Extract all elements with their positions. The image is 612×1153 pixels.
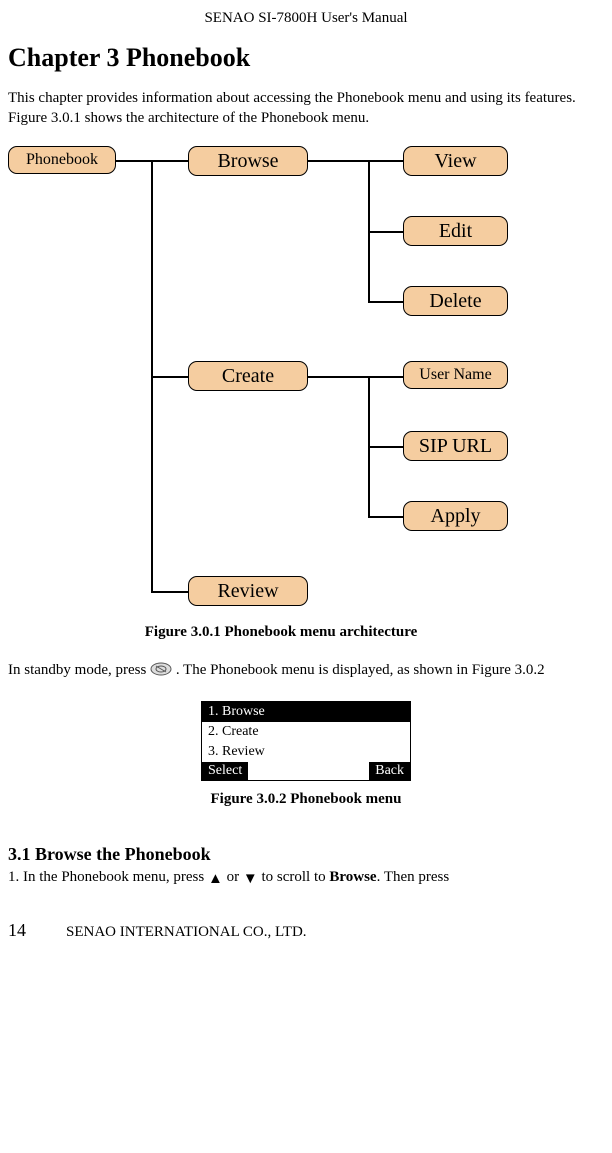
node-browse: Browse [188, 146, 308, 176]
phonebook-key-icon [150, 662, 172, 683]
triangle-down-icon: ▼ [243, 869, 258, 890]
node-apply: Apply [403, 501, 508, 531]
step-or: or [223, 869, 243, 885]
diagram-connector [308, 376, 368, 378]
figure-2-caption: Figure 3.0.2 Phonebook menu [8, 791, 604, 808]
triangle-up-icon: ▲ [208, 869, 223, 890]
figure-1-caption: Figure 3.0.1 Phonebook menu architecture [0, 624, 604, 641]
diagram-connector [151, 591, 188, 593]
chapter-title: Chapter 3 Phonebook [8, 43, 604, 73]
page-header: SENAO SI-7800H User's Manual [8, 10, 604, 27]
softkey-back: Back [369, 762, 410, 780]
phone-screen-figure: 1. Browse 2. Create 3. Review Select Bac… [201, 701, 411, 781]
para1-text-a: In standby mode, press [8, 662, 150, 678]
diagram-connector [116, 160, 151, 162]
step-bold-browse: Browse [329, 869, 376, 885]
menu-item-browse: 1. Browse [202, 702, 410, 722]
diagram-connector [368, 376, 403, 378]
footer-company: SENAO INTERNATIONAL CO., LTD. [66, 924, 307, 941]
softkey-select: Select [202, 762, 248, 780]
diagram-connector [368, 231, 403, 233]
node-edit: Edit [403, 216, 508, 246]
diagram-connector [368, 516, 403, 518]
diagram-connector [308, 160, 368, 162]
softkey-bar: Select Back [202, 762, 410, 780]
step-text-c: . Then press [377, 869, 450, 885]
para1-text-b: . The Phonebook menu is displayed, as sh… [176, 662, 545, 678]
node-phonebook: Phonebook [8, 146, 116, 174]
node-view: View [403, 146, 508, 176]
architecture-diagram: Phonebook Browse View Edit Delete Create… [8, 146, 548, 616]
node-review: Review [188, 576, 308, 606]
menu-item-review: 3. Review [202, 742, 410, 762]
intro-paragraph: This chapter provides information about … [8, 89, 604, 128]
page-footer: 14 SENAO INTERNATIONAL CO., LTD. [8, 920, 604, 941]
diagram-connector [368, 446, 403, 448]
paragraph-standby: In standby mode, press . The Phonebook m… [8, 661, 604, 683]
step-1-text: 1. In the Phonebook menu, press ▲ or ▼ t… [8, 867, 604, 890]
diagram-connector [368, 301, 403, 303]
page-number: 14 [8, 920, 26, 941]
node-create: Create [188, 361, 308, 391]
step-text-b: to scroll to [258, 869, 330, 885]
diagram-connector [151, 160, 188, 162]
node-user-name: User Name [403, 361, 508, 389]
diagram-connector [368, 160, 403, 162]
diagram-connector [151, 376, 188, 378]
node-sip-url: SIP URL [403, 431, 508, 461]
menu-item-create: 2. Create [202, 722, 410, 742]
node-delete: Delete [403, 286, 508, 316]
section-3-1-heading: 3.1 Browse the Phonebook [8, 844, 604, 865]
step-text-a: 1. In the Phonebook menu, press [8, 869, 208, 885]
